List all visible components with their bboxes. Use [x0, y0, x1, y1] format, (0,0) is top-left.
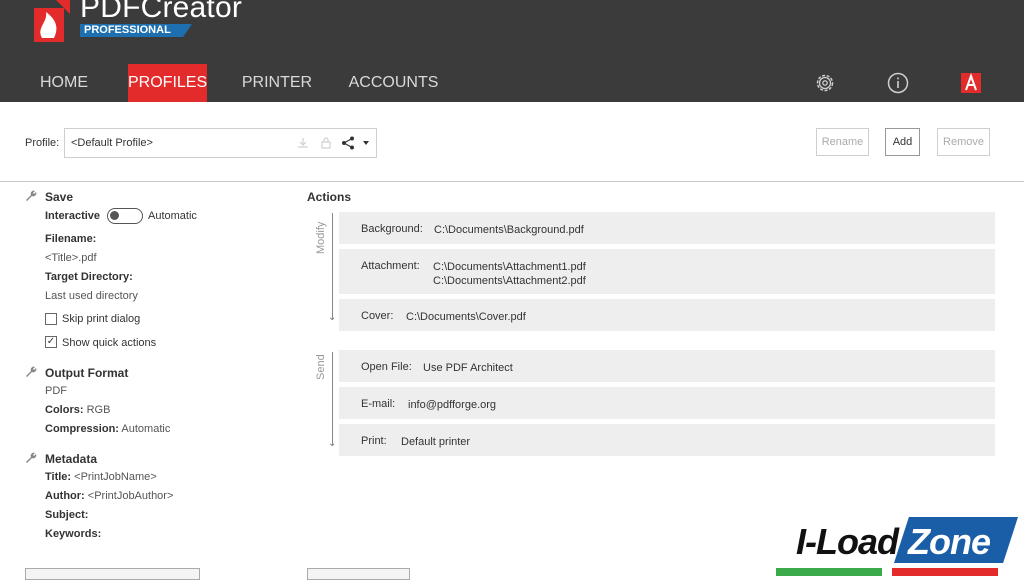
share-icon[interactable]: [341, 136, 355, 150]
send-group-label: Send: [315, 354, 327, 380]
action-key: E-mail:: [361, 398, 396, 410]
settings-gear-icon[interactable]: [814, 72, 836, 94]
output-format-value: PDF: [45, 385, 67, 397]
watermark-text-1: I-Load: [796, 521, 899, 562]
actions-title: Actions: [307, 190, 352, 204]
action-value: C:\Documents\Background.pdf: [434, 224, 584, 236]
remove-button[interactable]: Remove: [937, 128, 990, 156]
metadata-keywords-label: Keywords:: [45, 528, 102, 540]
skip-print-checkbox[interactable]: [45, 313, 57, 325]
metadata-author-value: <PrintJobAuthor>: [87, 490, 174, 502]
action-key: Open File:: [361, 361, 412, 373]
interactive-label: Interactive: [45, 210, 101, 222]
bottom-middle-button[interactable]: [307, 568, 410, 580]
metadata-author-label: Author:: [45, 490, 85, 502]
tab-profiles[interactable]: PROFILES: [128, 64, 207, 102]
filename-label: Filename:: [45, 233, 97, 245]
metadata-title-label: Title:: [45, 471, 72, 483]
tab-home[interactable]: HOME: [30, 64, 98, 102]
action-open-file[interactable]: Open File: Use PDF Architect: [339, 350, 995, 382]
wrench-icon: [26, 366, 37, 377]
compression-value: Automatic: [121, 423, 171, 435]
output-format-section-title: Output Format: [45, 366, 129, 380]
modify-group-label: Modify: [315, 221, 327, 254]
profile-selected-value: <Default Profile>: [71, 137, 153, 149]
action-value: C:\Documents\Attachment1.pdf C:\Document…: [433, 261, 586, 287]
wrench-icon: [26, 452, 37, 463]
pdf-architect-icon[interactable]: [960, 72, 982, 94]
send-arrow-icon: ⌄: [328, 438, 337, 449]
action-value: Default printer: [401, 436, 471, 448]
watermark-logo: I-Load Zone: [796, 517, 1020, 565]
action-print[interactable]: Print: Default printer: [339, 424, 995, 456]
profile-bar: Profile: <Default Profile> Rename Add Re…: [0, 102, 1024, 182]
action-value: Use PDF Architect: [423, 362, 513, 374]
action-cover[interactable]: Cover: C:\Documents\Cover.pdf: [339, 299, 995, 331]
wrench-icon: [26, 190, 37, 201]
profile-label: Profile:: [25, 137, 60, 149]
info-icon[interactable]: [887, 72, 909, 94]
modify-arrow-icon: ⌄: [328, 312, 337, 323]
tab-accounts[interactable]: ACCOUNTS: [346, 64, 441, 102]
action-attachment[interactable]: Attachment: C:\Documents\Attachment1.pdf…: [339, 249, 995, 294]
metadata-title-value: <PrintJobName>: [74, 471, 157, 483]
action-key: Print:: [361, 435, 387, 447]
action-key: Background:: [361, 223, 423, 235]
colors-label: Colors:: [45, 404, 84, 416]
filename-value: <Title>.pdf: [45, 252, 97, 264]
chevron-down-icon[interactable]: [362, 140, 370, 146]
send-group-line: [332, 352, 333, 445]
cancel-red-button[interactable]: [892, 568, 998, 576]
watermark-text-2: Zone: [908, 521, 991, 562]
edition-badge: PROFESSIONAL: [80, 24, 192, 37]
save-mode-toggle[interactable]: [107, 208, 143, 224]
save-green-button[interactable]: [776, 568, 882, 576]
toggle-knob: [110, 211, 119, 220]
pdfcreator-logo-icon: [34, 0, 70, 42]
show-quick-actions-checkbox[interactable]: ✓: [45, 336, 57, 348]
lock-icon: [321, 137, 331, 149]
action-key: Attachment:: [361, 260, 420, 272]
automatic-label: Automatic: [148, 210, 197, 222]
tab-printer[interactable]: PRINTER: [238, 64, 316, 102]
skip-print-label: Skip print dialog: [62, 313, 141, 325]
colors-value: RGB: [86, 404, 111, 416]
metadata-subject-label: Subject:: [45, 509, 89, 521]
rename-button[interactable]: Rename: [816, 128, 869, 156]
action-email[interactable]: E-mail: info@pdfforge.org: [339, 387, 995, 419]
download-icon: [298, 138, 308, 148]
show-quick-actions-label: Show quick actions: [62, 337, 157, 349]
action-value: info@pdfforge.org: [408, 399, 497, 411]
profile-dropdown[interactable]: <Default Profile>: [64, 128, 377, 158]
target-directory-value: Last used directory: [45, 290, 138, 302]
app-header: PDFCreator PROFESSIONAL HOME PROFILES PR…: [0, 0, 1024, 102]
action-value: C:\Documents\Cover.pdf: [406, 311, 526, 323]
app-title: PDFCreator: [80, 0, 243, 24]
metadata-section-title: Metadata: [45, 452, 98, 466]
add-button[interactable]: Add: [885, 128, 920, 156]
modify-group-line: [332, 213, 333, 319]
bottom-left-button[interactable]: [25, 568, 200, 580]
action-background[interactable]: Background: C:\Documents\Background.pdf: [339, 212, 995, 244]
target-directory-label: Target Directory:: [45, 271, 133, 283]
compression-label: Compression:: [45, 423, 119, 435]
save-section-title: Save: [45, 190, 74, 204]
action-key: Cover:: [361, 310, 394, 322]
